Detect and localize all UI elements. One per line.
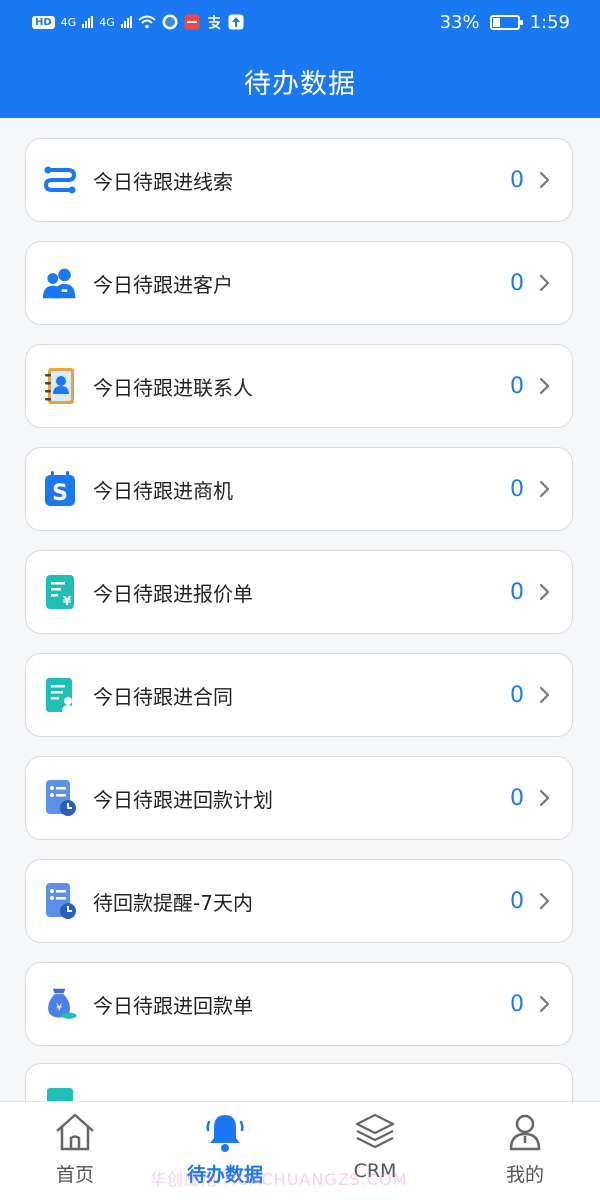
money-bag-icon: ¥ <box>42 984 78 1024</box>
todo-item[interactable]: 今日待跟进客户 0 <box>25 241 573 325</box>
status-bar: HD 4G 4G 33% 1:59 <box>0 0 600 44</box>
clock: 1:59 <box>529 11 570 33</box>
chevron-right-icon <box>539 995 550 1013</box>
watermark: 华创应用 HUACHUANGZS.COM <box>150 1170 408 1189</box>
todo-item-count: 0 <box>510 785 524 811</box>
todo-item-count: 0 <box>510 579 524 605</box>
chevron-right-icon <box>539 377 550 395</box>
chevron-right-icon <box>539 583 550 601</box>
todo-item-count: 0 <box>510 476 524 502</box>
todo-item-count: 0 <box>510 682 524 708</box>
news-app-icon <box>184 14 200 30</box>
chevron-right-icon <box>539 892 550 910</box>
todo-item-count: 0 <box>510 888 524 914</box>
svg-text:¥: ¥ <box>63 594 72 608</box>
todo-item-label: 待回款提醒-7天内 <box>93 890 253 915</box>
battery-percent: 33% <box>439 11 480 33</box>
todo-item-count: 0 <box>510 991 524 1017</box>
chevron-right-icon <box>539 686 550 704</box>
alipay-icon <box>207 15 221 30</box>
upload-icon <box>228 14 244 30</box>
contract-icon <box>42 675 78 715</box>
bell-icon <box>203 1110 247 1154</box>
chevron-right-icon <box>539 789 550 807</box>
nav-label: 首页 <box>55 1164 94 1186</box>
todo-item-count: 0 <box>510 270 524 296</box>
todo-item[interactable]: ¥ 今日待跟进报价单 0 <box>25 550 573 634</box>
customer-group-icon <box>42 263 78 303</box>
status-right: 33% 1:59 <box>440 12 570 33</box>
signal-icon-2 <box>120 16 132 28</box>
todo-item-label: 今日待跟进回款单 <box>93 993 253 1018</box>
todo-item-label: 今日待跟进报价单 <box>93 581 253 606</box>
todo-item[interactable]: 今日待跟进线索 0 <box>25 138 573 222</box>
battery-icon <box>489 14 523 30</box>
status-left: HD 4G 4G <box>32 14 244 30</box>
todo-item-label: 今日待跟进商机 <box>93 478 233 503</box>
nav-item-0[interactable]: 首页 <box>15 1102 135 1187</box>
todo-item-label: 今日待跟进线索 <box>93 169 233 194</box>
todo-item[interactable]: 待回款提醒-7天内 0 <box>25 859 573 943</box>
document-icon <box>42 1064 78 1103</box>
app-header: HD 4G 4G 33% 1:59 待办数据 <box>0 0 600 118</box>
user-icon <box>503 1110 547 1154</box>
nav-label: 我的 <box>505 1164 544 1186</box>
todo-item[interactable]: 今日待跟进回款计划 0 <box>25 756 573 840</box>
battery-fill <box>492 17 501 27</box>
todo-item-label: 今日待跟进客户 <box>93 272 233 297</box>
hd-badge: HD <box>32 15 55 29</box>
todo-item-label: 今日待跟进回款计划 <box>93 787 273 812</box>
todo-item-label: 今日待跟进合同 <box>93 684 233 709</box>
nav-item-3[interactable]: 我的 <box>465 1102 585 1187</box>
page-title: 待办数据 <box>244 69 356 100</box>
sim1-label: 4G <box>60 15 77 29</box>
todo-item[interactable]: 今日待跟进联系人 0 <box>25 344 573 428</box>
todo-item[interactable]: 今日待跟进合同 0 <box>25 653 573 737</box>
todo-item-count: 0 <box>510 167 524 193</box>
wifi-icon <box>138 15 156 29</box>
signal-icon <box>82 16 94 28</box>
chevron-right-icon <box>539 480 550 498</box>
opportunity-icon: S <box>42 469 78 509</box>
todo-item[interactable]: ¥ 今日待跟进回款单 0 <box>25 962 573 1046</box>
browser-app-icon <box>162 14 178 30</box>
todo-item-label: 今日待跟进联系人 <box>93 375 253 400</box>
layers-icon <box>353 1110 397 1154</box>
todo-item-partial[interactable] <box>25 1063 573 1103</box>
contact-book-icon <box>42 366 78 406</box>
svg-text:S: S <box>52 481 68 506</box>
todo-item[interactable]: S 今日待跟进商机 0 <box>25 447 573 531</box>
todo-item-count: 0 <box>510 373 524 399</box>
payment-plan-icon <box>42 778 78 818</box>
sim2-label: 4G <box>99 15 115 29</box>
svg-text:¥: ¥ <box>56 1002 62 1013</box>
chevron-right-icon <box>539 171 550 189</box>
quote-icon: ¥ <box>42 572 78 612</box>
route-icon <box>42 160 78 200</box>
chevron-right-icon <box>539 274 550 292</box>
todo-list: 今日待跟进线索 0 今日待跟进客户 0 今日待跟进联系人 0 S 今日待跟进商机 0 ¥ 今日待跟进… <box>25 138 573 1122</box>
home-icon <box>53 1110 97 1154</box>
payment-reminder-icon <box>42 881 78 921</box>
